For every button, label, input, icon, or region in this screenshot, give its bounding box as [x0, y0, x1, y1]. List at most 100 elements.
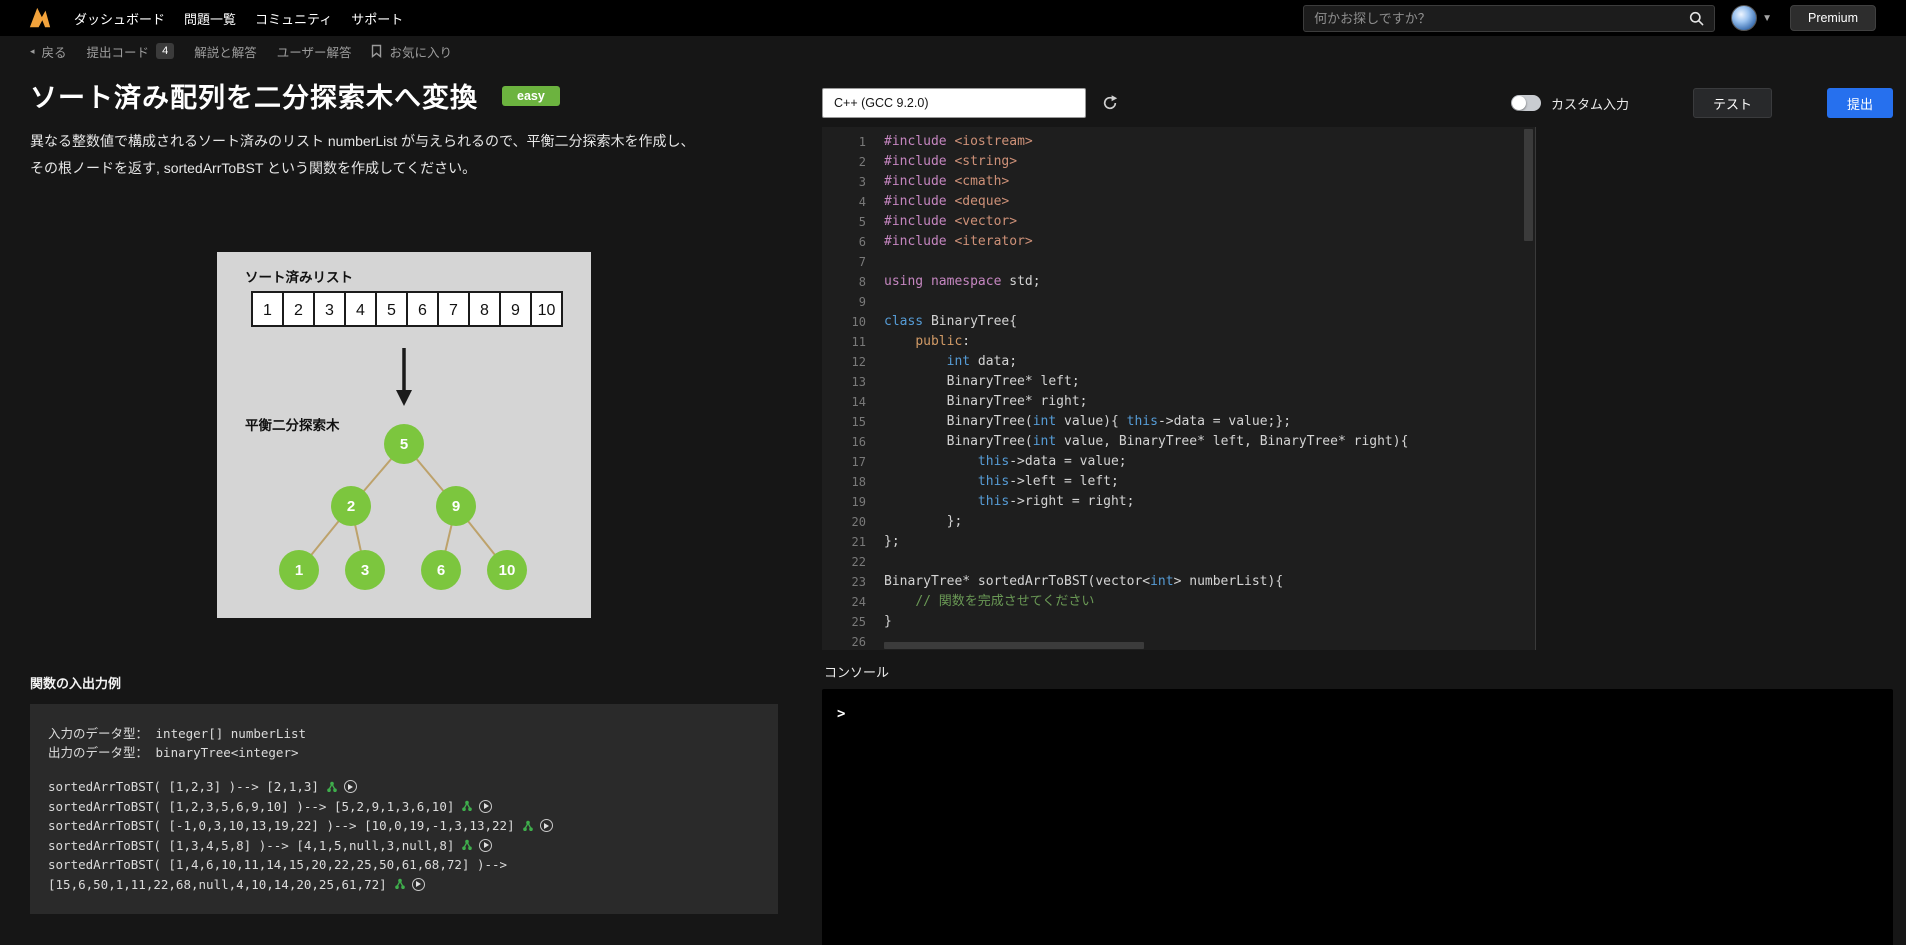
code-line: 12 int data;: [822, 352, 1535, 372]
svg-text:1: 1: [263, 302, 272, 319]
svg-text:5: 5: [400, 436, 408, 453]
example-row: sortedArrToBST( [1,4,6,10,11,14,15,20,22…: [48, 857, 508, 873]
run-example-icon[interactable]: [539, 819, 553, 833]
nav-community[interactable]: コミュニティ: [255, 9, 332, 28]
line-number: 22: [851, 555, 866, 569]
run-example-icon[interactable]: [343, 780, 357, 794]
submit-button[interactable]: 提出: [1827, 88, 1893, 118]
test-button[interactable]: テスト: [1693, 88, 1772, 118]
example-row: sortedArrToBST( [1,3,4,5,8] )--> [4,1,5,…: [48, 836, 760, 856]
description-line: 異なる整数値で構成されるソート済みのリスト numberList が与えられるの…: [30, 133, 695, 149]
svg-text:3: 3: [361, 562, 369, 579]
toggle-knob: [1511, 96, 1526, 110]
submitted-code-label: 提出コード: [86, 45, 150, 60]
svg-text:10: 10: [499, 562, 516, 579]
code-line: 21};: [822, 532, 1535, 552]
line-number: 17: [851, 455, 866, 469]
line-number: 15: [851, 415, 866, 429]
search-box: [1303, 4, 1716, 32]
user-avatar[interactable]: [1731, 5, 1758, 31]
subnav-favorite[interactable]: お気に入り: [371, 42, 452, 61]
code-line: 23 BinaryTree* sortedArrToBST(vector<int>…: [822, 572, 1535, 592]
svg-text:4: 4: [356, 302, 365, 319]
line-number: 26: [851, 635, 866, 649]
tree-result-icon: [394, 879, 405, 890]
nav-dashboard[interactable]: ダッシュボード: [74, 9, 165, 28]
editor-horizontal-scrollbar[interactable]: [884, 642, 1144, 649]
search-icon[interactable]: [1689, 11, 1704, 26]
problem-panel: ソート済み配列を二分探索木へ変換 easy 異なる整数値で構成されるソート済みの…: [0, 66, 806, 914]
search-input[interactable]: [1314, 10, 1690, 26]
line-number: 16: [851, 435, 866, 449]
code-line: 24 // 関数を完成させてください: [822, 592, 1535, 612]
line-number: 19: [851, 495, 866, 509]
code-line: 1 #include <iostream>: [822, 132, 1535, 152]
line-number: 14: [851, 395, 866, 409]
run-example-icon[interactable]: [479, 799, 493, 813]
svg-text:3: 3: [325, 302, 334, 319]
tree-result-icon: [462, 840, 473, 851]
svg-text:2: 2: [347, 498, 355, 515]
subnav-submitted-code[interactable]: 提出コード 4: [87, 42, 175, 61]
line-number: 13: [851, 375, 866, 389]
svg-text:6: 6: [437, 562, 445, 579]
code-line: 3 #include <cmath>: [822, 172, 1535, 192]
code-editor[interactable]: 1 #include <iostream> 2 #include <string> 3 #…: [822, 127, 1536, 650]
examples-list: sortedArrToBST( [1,2,3] )--> [2,1,3] sort…: [48, 777, 760, 894]
console-output[interactable]: >: [822, 689, 1893, 945]
nav-support[interactable]: サポート: [351, 9, 403, 28]
svg-text:1: 1: [295, 562, 303, 579]
line-number: 11: [851, 335, 866, 349]
tree-result-icon: [327, 781, 337, 792]
code-line: 5 #include <vector>: [822, 212, 1535, 232]
line-number: 21: [851, 535, 866, 549]
language-select-value: C++ (GCC 9.2.0): [834, 96, 929, 110]
back-label: 戻る: [41, 45, 67, 60]
code-line: 25}: [822, 612, 1535, 632]
line-number: 20: [851, 515, 866, 529]
console-prompt: >: [837, 706, 846, 722]
sorted-list-label: ソート済みリスト: [245, 269, 353, 285]
premium-button[interactable]: Premium: [1789, 5, 1876, 31]
code-line: 22: [822, 552, 1535, 572]
problem-description: 異なる整数値で構成されるソート済みのリスト numberList が与えられるの…: [30, 128, 778, 182]
reset-code-icon[interactable]: [1101, 94, 1119, 112]
line-number: 23: [851, 575, 866, 589]
line-number: 5: [858, 215, 866, 229]
output-type-line: 出力のデータ型： binaryTree<integer>: [48, 745, 299, 760]
line-number: 1: [858, 135, 866, 149]
app-logo-icon[interactable]: [28, 6, 52, 30]
chevron-down-icon[interactable]: ▼: [1762, 13, 1772, 24]
problem-title: ソート済み配列を二分探索木へ変換: [30, 83, 478, 113]
input-type-line: 入力のデータ型： integer[] numberList: [48, 726, 307, 741]
code-line: 10 class BinaryTree{: [822, 312, 1535, 332]
nav-problem-list[interactable]: 問題一覧: [184, 9, 236, 28]
run-example-icon[interactable]: [479, 838, 493, 852]
bst-label: 平衡二分探索木: [245, 417, 340, 433]
line-number: 3: [858, 175, 866, 189]
subnav-user-answers[interactable]: ユーザー解答: [277, 42, 352, 61]
svg-text:9: 9: [452, 498, 460, 515]
run-example-icon[interactable]: [411, 877, 425, 891]
editor-vertical-scrollbar[interactable]: [1524, 129, 1533, 241]
io-section-title: 関数の入出力例: [30, 676, 122, 691]
subnav-solution[interactable]: 解説と解答: [194, 42, 257, 61]
back-link[interactable]: ◂ 戻る: [30, 42, 67, 61]
line-number: 18: [851, 475, 866, 489]
main-nav: ダッシュボード 問題一覧 コミュニティ サポート: [74, 9, 403, 28]
svg-text:7: 7: [449, 302, 458, 319]
line-number: 9: [858, 295, 866, 309]
example-row-wrap: [15,6,50,1,11,22,68,null,4,10,14,20,25,6…: [48, 875, 760, 895]
example-row: sortedArrToBST( [1,2,3] )--> [2,1,3]: [48, 777, 760, 797]
favorite-label: お気に入り: [389, 45, 452, 60]
code-line: 15 BinaryTree(int value){ this->data = v…: [822, 412, 1535, 432]
main-content: ソート済み配列を二分探索木へ変換 easy 異なる整数値で構成されるソート済みの…: [0, 66, 1906, 945]
difficulty-badge: easy: [502, 85, 560, 106]
line-number: 6: [858, 235, 866, 249]
line-number: 2: [858, 155, 866, 169]
custom-input-toggle[interactable]: [1510, 95, 1541, 111]
language-select[interactable]: C++ (GCC 9.2.0): [822, 88, 1086, 118]
code-line: 11 public:: [822, 332, 1535, 352]
code-line: 17 this->data = value;: [822, 452, 1535, 472]
code-line: 16 BinaryTree(int value, BinaryTree* lef…: [822, 432, 1535, 452]
